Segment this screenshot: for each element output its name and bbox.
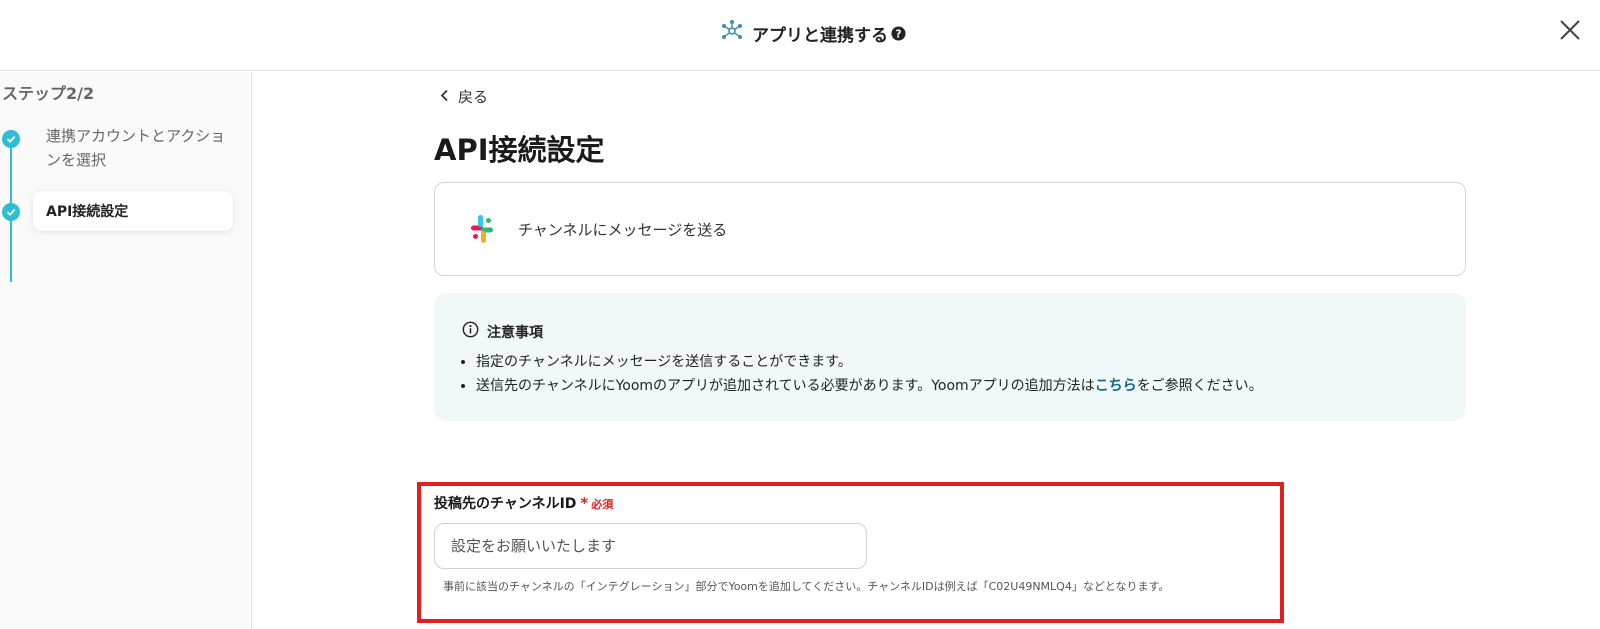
network-icon	[720, 19, 744, 47]
sidebar-step-api-settings[interactable]: API接続設定	[33, 191, 233, 231]
list-item: 送信先のチャンネルにYoomのアプリが追加されている必要があります。Yoomアプ…	[476, 374, 1436, 398]
info-circle-icon	[462, 321, 479, 342]
sidebar-step-label: API接続設定	[46, 204, 129, 220]
notice-header: 注意事項	[462, 321, 543, 342]
close-button[interactable]	[1556, 18, 1584, 46]
notice-title: 注意事項	[487, 324, 543, 341]
chevron-left-icon	[440, 87, 449, 106]
check-icon	[2, 130, 20, 148]
step-sidebar: ステップ2/2 連携アカウントとアクションを選択 API接続設定	[0, 72, 252, 629]
channel-id-label: 投稿先のチャンネルID	[434, 496, 577, 512]
slack-icon	[465, 212, 499, 246]
modal-header: アプリと連携する ?	[0, 0, 1600, 71]
notice-box: 注意事項 指定のチャンネルにメッセージを送信することができます。 送信先のチャン…	[434, 293, 1466, 421]
page-title: API接続設定	[434, 133, 605, 167]
notice-list: 指定のチャンネルにメッセージを送信することができます。 送信先のチャンネルにYo…	[476, 350, 1436, 398]
question-circle-icon[interactable]: ?	[891, 25, 906, 41]
action-label: チャンネルにメッセージを送る	[518, 220, 728, 239]
help-link[interactable]: こちら	[1095, 378, 1137, 394]
sidebar-step-select-action[interactable]: 連携アカウントとアクションを選択	[46, 124, 226, 172]
back-label: 戻る	[458, 88, 489, 106]
check-icon	[2, 203, 20, 221]
channel-id-label-row: 投稿先のチャンネルID * 必須	[434, 493, 613, 513]
header-title-group: アプリと連携する ?	[720, 18, 906, 48]
step-count: ステップ2/2	[2, 84, 95, 103]
required-asterisk: *	[580, 494, 589, 512]
action-card: チャンネルにメッセージを送る	[434, 182, 1466, 276]
svg-text:?: ?	[896, 28, 902, 40]
back-link[interactable]: 戻る	[440, 86, 488, 107]
channel-id-input[interactable]	[434, 523, 867, 569]
modal-title: アプリと連携する	[752, 25, 888, 46]
list-item: 指定のチャンネルにメッセージを送信することができます。	[476, 350, 1436, 374]
channel-id-help-text: 事前に該当のチャンネルの「インテグレーション」部分でYoomを追加してください。…	[443, 580, 1170, 593]
required-badge: 必須	[591, 498, 614, 511]
close-icon	[1559, 19, 1581, 45]
